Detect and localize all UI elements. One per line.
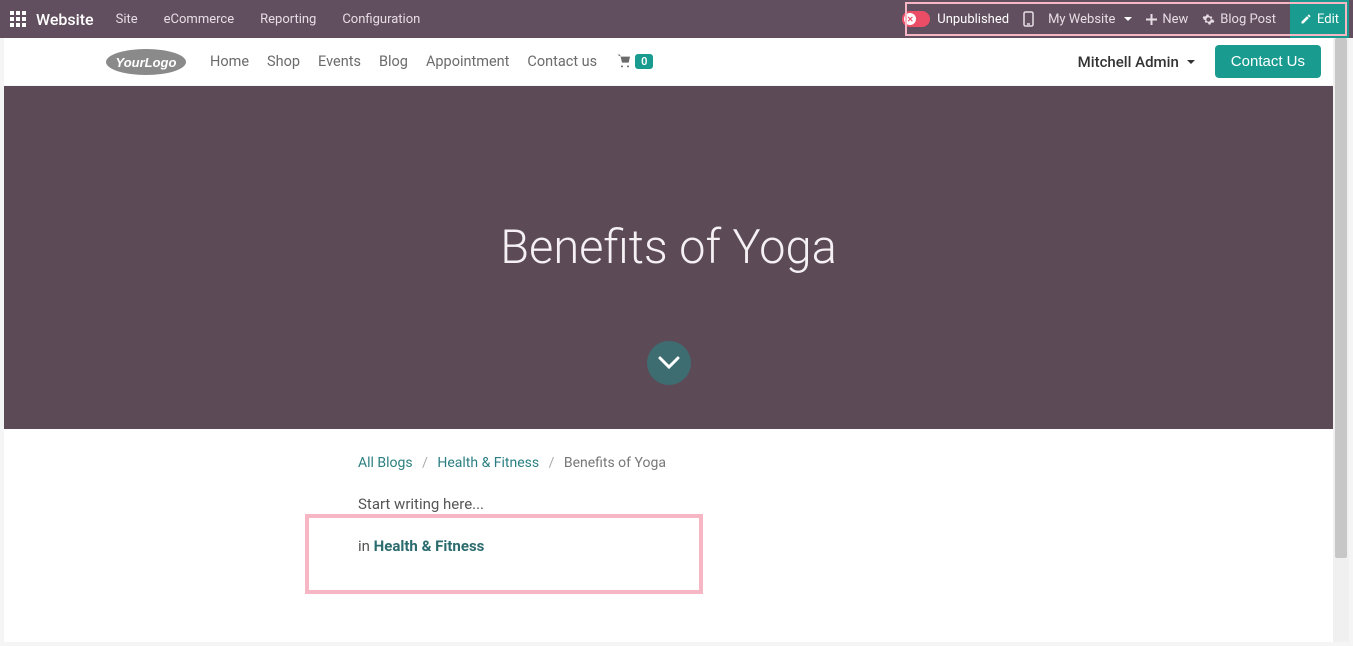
breadcrumb-category[interactable]: Health & Fitness — [437, 455, 539, 471]
pencil-icon — [1300, 13, 1312, 25]
in-label: in — [358, 537, 370, 555]
my-website-dropdown[interactable]: My Website — [1048, 12, 1132, 27]
menu-ecommerce[interactable]: eCommerce — [164, 12, 234, 27]
edit-button[interactable]: Edit — [1290, 0, 1349, 38]
breadcrumb-sep: / — [422, 455, 428, 471]
chevron-down-icon — [658, 356, 680, 370]
cart-count-badge: 0 — [635, 54, 653, 69]
plus-icon — [1146, 14, 1157, 25]
close-x-icon: ✕ — [904, 13, 916, 25]
nav-appointment[interactable]: Appointment — [426, 53, 509, 70]
chevron-down-icon — [1187, 60, 1195, 64]
publish-toggle[interactable]: ✕ — [902, 11, 930, 27]
user-name: Mitchell Admin — [1078, 53, 1179, 71]
site-nav-right: Mitchell Admin Contact Us — [1078, 45, 1321, 78]
new-label: New — [1162, 12, 1188, 27]
scroll-thumb[interactable] — [1335, 38, 1347, 558]
my-website-label: My Website — [1048, 12, 1115, 27]
odoo-top-bar: Website Site eCommerce Reporting Configu… — [0, 0, 1353, 38]
nav-shop[interactable]: Shop — [267, 53, 300, 70]
blog-body: All Blogs / Health & Fitness / Benefits … — [4, 429, 1333, 555]
menu-site[interactable]: Site — [116, 12, 138, 27]
page-content: YourLogo Home Shop Events Blog Appointme… — [4, 38, 1333, 642]
mobile-preview-icon[interactable] — [1023, 11, 1034, 27]
nav-events[interactable]: Events — [318, 53, 361, 70]
user-dropdown[interactable]: Mitchell Admin — [1078, 53, 1195, 71]
app-brand[interactable]: Website — [36, 10, 94, 29]
blog-post-settings-button[interactable]: Blog Post — [1202, 12, 1276, 27]
nav-blog[interactable]: Blog — [379, 53, 408, 70]
site-navbar: YourLogo Home Shop Events Blog Appointme… — [4, 38, 1333, 86]
gear-icon — [1202, 13, 1215, 26]
content-placeholder[interactable]: Start writing here... — [358, 495, 1333, 513]
top-menu: Site eCommerce Reporting Configuration — [116, 12, 421, 27]
site-nav-links: Home Shop Events Blog Appointment Contac… — [210, 53, 597, 70]
breadcrumb: All Blogs / Health & Fitness / Benefits … — [358, 455, 1333, 471]
publish-toggle-group: ✕ Unpublished — [902, 11, 1009, 27]
nav-contact-us[interactable]: Contact us — [527, 53, 597, 70]
unpublished-label: Unpublished — [937, 12, 1009, 27]
scroll-down-button[interactable] — [647, 341, 691, 385]
breadcrumb-all-blogs[interactable]: All Blogs — [358, 455, 413, 471]
chevron-down-icon — [1124, 17, 1132, 21]
apps-icon[interactable] — [10, 11, 26, 27]
svg-text:YourLogo: YourLogo — [116, 55, 177, 70]
blog-post-title: Benefits of Yoga — [500, 220, 837, 275]
menu-configuration[interactable]: Configuration — [342, 12, 420, 27]
edit-label: Edit — [1317, 12, 1339, 27]
new-button[interactable]: New — [1146, 12, 1188, 27]
hero-banner: Benefits of Yoga — [4, 86, 1333, 429]
nav-home[interactable]: Home — [210, 53, 249, 70]
site-logo[interactable]: YourLogo — [104, 47, 188, 77]
vertical-scrollbar[interactable] — [1333, 38, 1349, 642]
breadcrumb-current: Benefits of Yoga — [564, 455, 666, 471]
cart-icon — [615, 54, 633, 70]
menu-reporting[interactable]: Reporting — [260, 12, 316, 27]
top-right-tools: ✕ Unpublished My Website New Blog Post — [902, 0, 1349, 38]
breadcrumb-sep: / — [549, 455, 555, 471]
category-link[interactable]: Health & Fitness — [374, 537, 485, 555]
cart-button[interactable]: 0 — [615, 54, 653, 70]
category-line: in Health & Fitness — [358, 537, 1333, 555]
contact-us-button[interactable]: Contact Us — [1215, 45, 1321, 78]
blog-post-label: Blog Post — [1220, 12, 1276, 27]
